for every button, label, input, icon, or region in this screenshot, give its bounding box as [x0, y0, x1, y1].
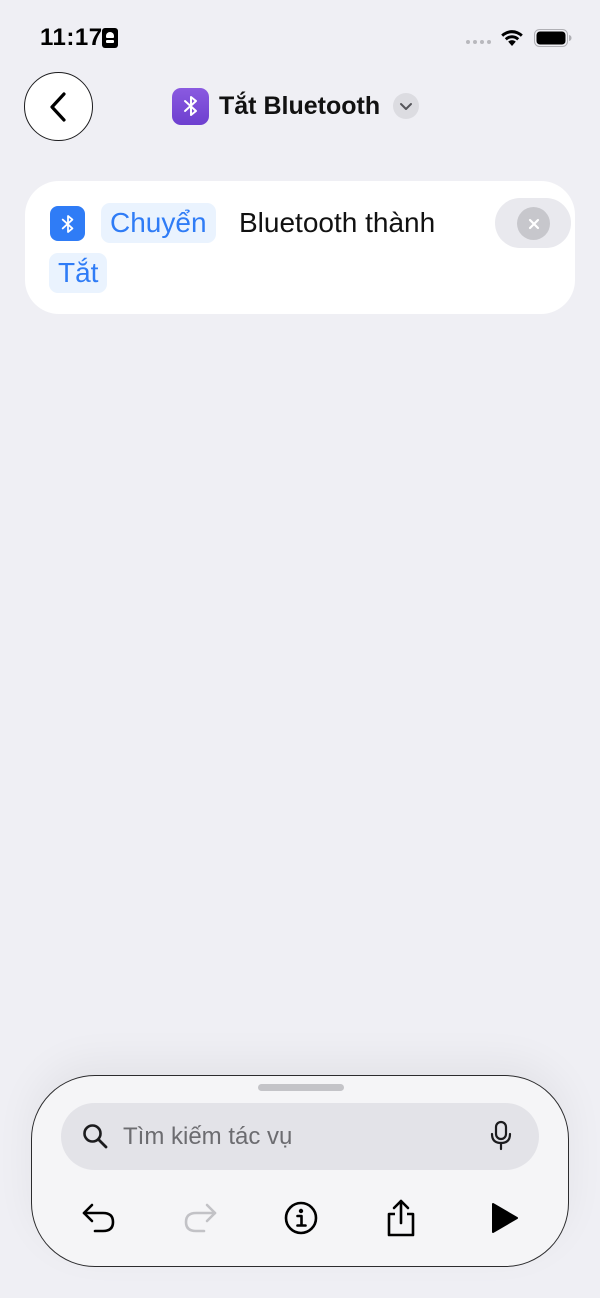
action-search-sheet	[31, 1075, 569, 1267]
search-bar[interactable]	[61, 1103, 539, 1170]
sheet-grabber[interactable]	[258, 1084, 344, 1091]
bluetooth-icon	[172, 87, 209, 125]
status-time: 11:17	[40, 24, 103, 51]
run-button[interactable]	[480, 1194, 528, 1242]
redo-icon	[184, 1203, 217, 1233]
delete-action-button[interactable]	[495, 198, 571, 248]
action-description: Bluetooth thành	[239, 207, 436, 238]
play-icon	[492, 1203, 518, 1233]
shortcut-editor-screen: 11:17 Tắt Bluetooth Chuyển Bluetooth thà…	[0, 0, 600, 1298]
microphone-icon[interactable]	[489, 1120, 513, 1152]
undo-icon	[82, 1203, 115, 1233]
signal-dots-icon	[466, 40, 491, 44]
close-icon	[517, 207, 550, 240]
share-button[interactable]	[377, 1194, 425, 1242]
page-title: Tắt Bluetooth	[219, 91, 381, 120]
shortcut-title-menu[interactable]: Tắt Bluetooth	[172, 87, 420, 125]
wifi-icon	[501, 30, 523, 46]
id-card-icon	[102, 28, 118, 48]
redo-button[interactable]	[176, 1194, 224, 1242]
state-parameter-token[interactable]: Tắt	[49, 253, 108, 293]
back-button[interactable]	[24, 72, 93, 141]
bluetooth-icon	[50, 206, 85, 241]
chevron-down-icon[interactable]	[393, 93, 420, 119]
battery-icon	[534, 29, 572, 47]
chevron-left-icon	[49, 91, 66, 122]
info-icon	[284, 1201, 318, 1235]
action-card[interactable]: Chuyển Bluetooth thành Tắt	[25, 181, 575, 314]
info-button[interactable]	[277, 1194, 325, 1242]
search-icon	[83, 1124, 108, 1149]
status-bar: 11:17	[0, 0, 600, 76]
share-icon	[387, 1199, 415, 1237]
search-input[interactable]	[123, 1103, 473, 1170]
toggle-parameter-token[interactable]: Chuyển	[101, 203, 216, 243]
undo-button[interactable]	[75, 1194, 123, 1242]
editor-toolbar	[32, 1186, 570, 1250]
